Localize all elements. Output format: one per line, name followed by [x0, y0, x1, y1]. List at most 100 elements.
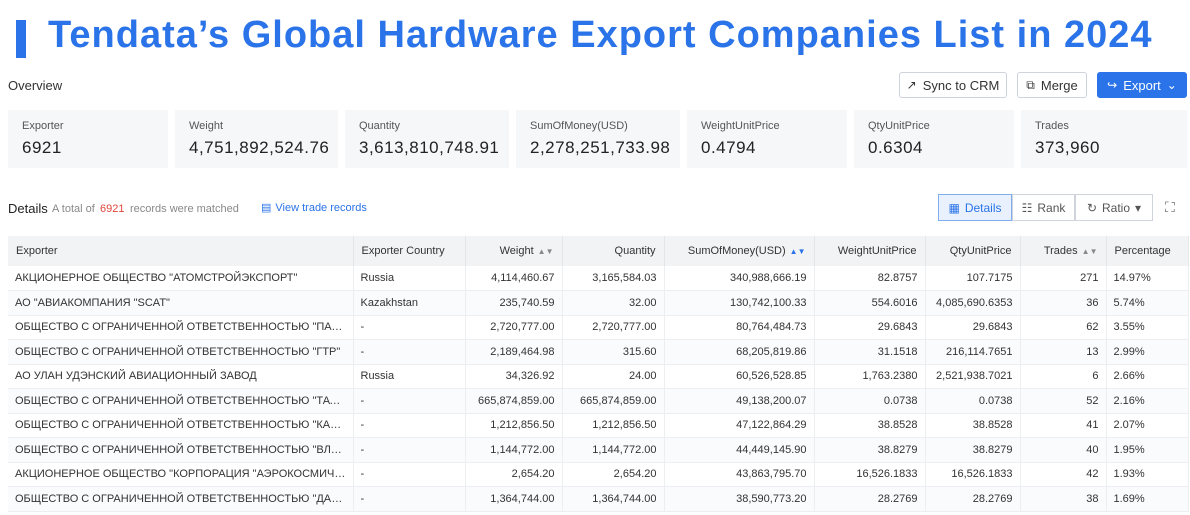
- banner: Tendata’s Global Hardware Export Compani…: [0, 0, 1190, 70]
- weight-cell: 1,212,856.50: [465, 413, 563, 438]
- column-header-sum-of-money[interactable]: SumOfMoney(USD) ▲▼: [664, 236, 815, 266]
- exporter-name-link[interactable]: ОБЩЕСТВО С ОГРАНИЧЕННОЙ ОТВЕТСТВЕННОСТЬЮ…: [8, 486, 354, 512]
- weight-cell: 2,189,464.98: [465, 339, 563, 365]
- weight-cell: 1,144,772.00: [465, 437, 563, 463]
- export-button[interactable]: ↪ Export ⌄: [1097, 72, 1187, 98]
- quantity-cell: 315.60: [562, 339, 665, 365]
- refresh-icon: ↻: [1086, 200, 1097, 215]
- merge-icon: ⧉: [1026, 78, 1035, 92]
- exporter-name-link[interactable]: ОБЩЕСТВО С ОГРАНИЧЕННОЙ ОТВЕТСТВЕННОСТЬЮ…: [8, 388, 354, 414]
- sum-of-money-cell: 80,764,484.73: [664, 315, 815, 340]
- table-row: АКЦИОНЕРНОЕ ОБЩЕСТВО "КОРПОРАЦИЯ "АЭРОКО…: [8, 462, 1189, 487]
- percentage-cell: 1.93%: [1106, 462, 1189, 487]
- column-header-label: Exporter: [16, 245, 58, 257]
- qty-unit-price-cell: 28.2769: [925, 486, 1021, 512]
- qty-unit-price-cell: 216,114.7651: [925, 339, 1021, 365]
- weight-cell: 2,720,777.00: [465, 315, 563, 340]
- sum-of-money-cell: 43,863,795.70: [664, 462, 815, 487]
- percentage-cell: 2.16%: [1106, 388, 1189, 414]
- weight-unit-price-cell: 1,763.2380: [814, 364, 926, 389]
- sum-of-money-cell: 38,590,773.20: [664, 486, 815, 512]
- exporter-country: -: [353, 462, 466, 487]
- exporter-name-link[interactable]: ОБЩЕСТВО С ОГРАНИЧЕННОЙ ОТВЕТСТВЕННОСТЬЮ…: [8, 339, 354, 365]
- merge-label: Merge: [1040, 77, 1078, 93]
- view-ratio-tab[interactable]: ↻ Ratio ▾: [1075, 194, 1153, 221]
- exporter-name-link[interactable]: АКЦИОНЕРНОЕ ОБЩЕСТВО "КОРПОРАЦИЯ "АЭРОКО…: [8, 462, 354, 487]
- percentage-cell: 14.97%: [1106, 266, 1189, 291]
- column-header-weight[interactable]: Weight ▲▼: [465, 236, 563, 266]
- view-details-tab[interactable]: ▦ Details: [938, 194, 1012, 221]
- percentage-cell: 1.95%: [1106, 437, 1189, 463]
- exporter-name-link[interactable]: ОБЩЕСТВО С ОГРАНИЧЕННОЙ ОТВЕТСТВЕННОСТЬЮ…: [8, 315, 354, 340]
- sum-of-money-cell: 49,138,200.07: [664, 388, 815, 414]
- weight-cell: 235,740.59: [465, 290, 563, 316]
- summary-card-label: QtyUnitPrice: [868, 120, 930, 132]
- qty-unit-price-cell: 16,526.1833: [925, 462, 1021, 487]
- percentage-cell: 2.07%: [1106, 413, 1189, 438]
- summary-card-exporter: Exporter 6921: [8, 110, 168, 168]
- sum-of-money-cell: 44,449,145.90: [664, 437, 815, 463]
- weight-unit-price-cell: 38.8279: [814, 437, 926, 463]
- weight-cell: 34,326.92: [465, 364, 563, 389]
- sort-icon[interactable]: ▲▼: [790, 247, 806, 256]
- column-header-label: Quantity: [614, 245, 656, 257]
- percentage-cell: 2.99%: [1106, 339, 1189, 365]
- column-header-label: QtyUnitPrice: [949, 245, 1012, 257]
- qty-unit-price-cell: 38.8528: [925, 413, 1021, 438]
- column-header-label: Exporter Country: [361, 245, 445, 257]
- summary-card-label: SumOfMoney(USD): [530, 120, 628, 132]
- summary-card-value: 0.4794: [701, 138, 756, 157]
- view-rank-tab[interactable]: ☷ Rank: [1012, 194, 1075, 221]
- exporter-name-link[interactable]: АО "АВИАКОМПАНИЯ "SCAT": [8, 290, 354, 316]
- qty-unit-price-cell: 2,521,938.7021: [925, 364, 1021, 389]
- export-label: Export: [1123, 77, 1161, 93]
- qty-unit-price-cell: 0.0738: [925, 388, 1021, 414]
- view-rank-label: Rank: [1037, 200, 1066, 215]
- quantity-cell: 1,144,772.00: [562, 437, 665, 463]
- exporter-country: Russia: [353, 364, 466, 389]
- summary-card-value: 373,960: [1035, 138, 1100, 157]
- summary-card-value: 2,278,251,733.98: [530, 138, 671, 157]
- weight-cell: 1,364,744.00: [465, 486, 563, 512]
- sort-icon[interactable]: ▲▼: [538, 247, 554, 256]
- quantity-cell: 2,720,777.00: [562, 315, 665, 340]
- table-row: ОБЩЕСТВО С ОГРАНИЧЕННОЙ ОТВЕТСТВЕННОСТЬЮ…: [8, 437, 1189, 463]
- summary-card-label: Trades: [1035, 120, 1069, 132]
- sum-of-money-cell: 60,526,528.85: [664, 364, 815, 389]
- weight-unit-price-cell: 31.1518: [814, 339, 926, 365]
- summary-card-sum-of-money: SumOfMoney(USD) 2,278,251,733.98: [516, 110, 680, 168]
- sort-icon[interactable]: ▲▼: [1082, 247, 1098, 256]
- summary-card-value: 6921: [22, 138, 62, 157]
- summary-card-qty-unit-price: QtyUnitPrice 0.6304: [854, 110, 1014, 168]
- exporter-name-link[interactable]: АО УЛАН УДЭНСКИЙ АВИАЦИОННЫЙ ЗАВОД: [8, 364, 354, 389]
- summary-card-trades: Trades 373,960: [1021, 110, 1187, 168]
- merge-button[interactable]: ⧉ Merge: [1017, 72, 1087, 98]
- banner-title: Tendata’s Global Hardware Export Compani…: [48, 14, 1153, 56]
- column-header-country: Exporter Country: [353, 236, 466, 266]
- weight-unit-price-cell: 0.0738: [814, 388, 926, 414]
- trades-cell: 13: [1020, 339, 1107, 365]
- column-header-trades[interactable]: Trades ▲▼: [1020, 236, 1107, 266]
- column-header-label: Percentage: [1114, 245, 1171, 257]
- percentage-cell: 5.74%: [1106, 290, 1189, 316]
- fullscreen-expand-icon[interactable]: ⛶: [1165, 199, 1175, 216]
- view-trade-records-link[interactable]: ▤ View trade records: [261, 201, 367, 215]
- sum-of-money-cell: 340,988,666.19: [664, 266, 815, 291]
- weight-cell: 2,654.20: [465, 462, 563, 487]
- weight-cell: 665,874,859.00: [465, 388, 563, 414]
- sum-of-money-cell: 68,205,819.86: [664, 339, 815, 365]
- sync-to-crm-button[interactable]: ↗ Sync to CRM: [899, 72, 1007, 98]
- trades-cell: 40: [1020, 437, 1107, 463]
- exporter-name-link[interactable]: ОБЩЕСТВО С ОГРАНИЧЕННОЙ ОТВЕТСТВЕННОСТЬЮ…: [8, 437, 354, 463]
- exporter-name-link[interactable]: ОБЩЕСТВО С ОГРАНИЧЕННОЙ ОТВЕТСТВЕННОСТЬЮ…: [8, 413, 354, 438]
- sum-of-money-cell: 130,742,100.33: [664, 290, 815, 316]
- summary-card-value: 0.6304: [868, 138, 923, 157]
- exporter-country: Kazakhstan: [353, 290, 466, 316]
- column-header-exporter: Exporter: [8, 236, 354, 266]
- records-prefix: A total of: [52, 203, 95, 215]
- records-count: 6921: [100, 203, 125, 215]
- qty-unit-price-cell: 29.6843: [925, 315, 1021, 340]
- table-row: ОБЩЕСТВО С ОГРАНИЧЕННОЙ ОТВЕТСТВЕННОСТЬЮ…: [8, 388, 1189, 414]
- exporter-name-link[interactable]: АКЦИОНЕРНОЕ ОБЩЕСТВО "АТОМСТРОЙЭКСПОРТ": [8, 266, 354, 291]
- quantity-cell: 2,654.20: [562, 462, 665, 487]
